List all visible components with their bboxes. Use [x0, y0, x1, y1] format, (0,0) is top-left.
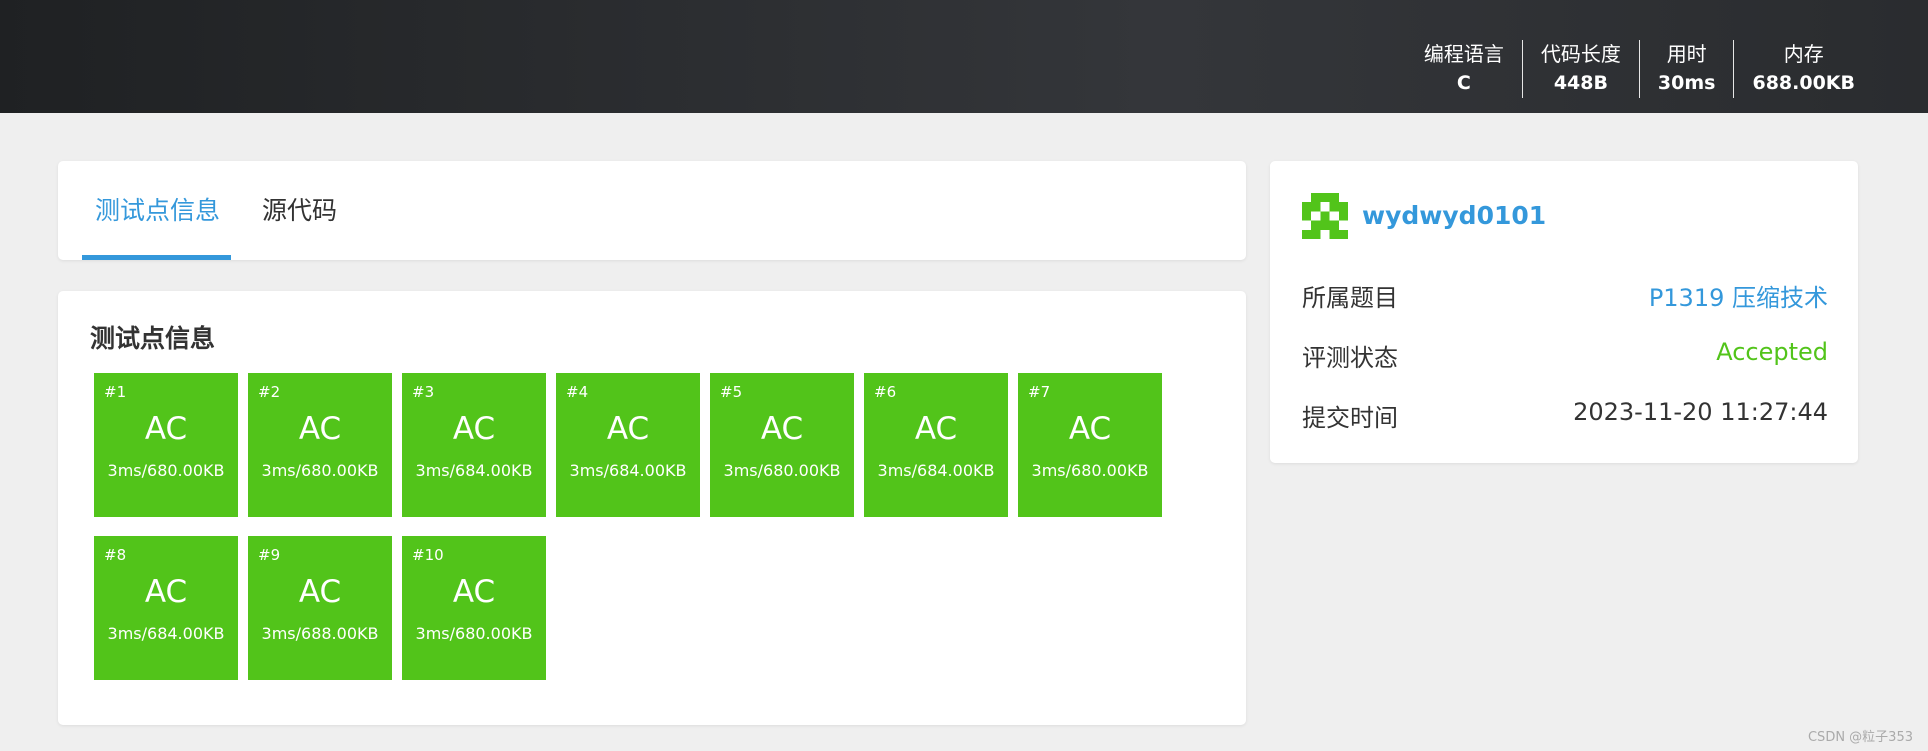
test-case-tile[interactable]: #10 AC 3ms/680.00KB: [402, 536, 546, 680]
test-case-status: AC: [1068, 411, 1112, 447]
stat-value: 448B: [1553, 72, 1608, 94]
test-case-time-memory: 3ms/680.00KB: [107, 461, 225, 480]
stat-time: 用时 30ms: [1638, 40, 1734, 98]
watermark: CSDN @粒子353: [1807, 730, 1913, 745]
test-case-time-memory: 3ms/680.00KB: [723, 461, 841, 480]
test-case-status: AC: [144, 411, 188, 447]
stat-label: 内存: [1783, 42, 1824, 66]
info-label: 所属题目: [1302, 284, 1398, 312]
test-case-tile[interactable]: #3 AC 3ms/684.00KB: [402, 373, 546, 517]
test-case-id: #6: [874, 383, 897, 401]
test-case-status: AC: [452, 574, 496, 610]
test-case-time-memory: 3ms/684.00KB: [877, 461, 995, 480]
tab-test-info[interactable]: 测试点信息: [81, 161, 232, 260]
submission-stats: 编程语言 C 代码长度 448B 用时 30ms 内存 688.00KB: [1406, 40, 1873, 98]
stat-label: 用时: [1666, 42, 1707, 66]
stat-memory: 内存 688.00KB: [1733, 40, 1873, 98]
test-case-status: AC: [298, 411, 342, 447]
stat-value: 688.00KB: [1752, 72, 1855, 94]
username-link[interactable]: wydwyd0101: [1362, 201, 1546, 230]
stat-language: 编程语言 C: [1406, 40, 1522, 98]
test-case-tile[interactable]: #5 AC 3ms/680.00KB: [710, 373, 854, 517]
stat-code-length: 代码长度 448B: [1521, 40, 1639, 98]
info-label: 评测状态: [1302, 344, 1398, 372]
test-case-id: #9: [258, 546, 281, 564]
test-case-tile[interactable]: #9 AC 3ms/688.00KB: [248, 536, 392, 680]
submit-time-value: 2023-11-20 11:27:44: [1573, 398, 1828, 426]
status-value: Accepted: [1716, 338, 1828, 366]
test-case-status: AC: [914, 411, 958, 447]
test-case-time-memory: 3ms/684.00KB: [569, 461, 687, 480]
test-case-tile[interactable]: #7 AC 3ms/680.00KB: [1018, 373, 1162, 517]
stat-label: 代码长度: [1540, 42, 1621, 66]
test-case-time-memory: 3ms/680.00KB: [415, 624, 533, 643]
test-case-time-memory: 3ms/684.00KB: [107, 624, 225, 643]
test-case-tile[interactable]: #2 AC 3ms/680.00KB: [248, 373, 392, 517]
test-case-time-memory: 3ms/680.00KB: [1031, 461, 1149, 480]
test-case-status: AC: [144, 574, 188, 610]
test-case-id: #3: [412, 383, 435, 401]
test-case-status: AC: [606, 411, 650, 447]
test-case-id: #2: [258, 383, 281, 401]
stat-value: 30ms: [1657, 72, 1716, 94]
test-case-id: #5: [720, 383, 743, 401]
identicon-avatar-icon: [1302, 193, 1348, 239]
info-label: 提交时间: [1302, 404, 1398, 432]
top-bar: 编程语言 C 代码长度 448B 用时 30ms 内存 688.00KB: [0, 0, 1928, 113]
test-case-tile[interactable]: #6 AC 3ms/684.00KB: [864, 373, 1008, 517]
test-results-panel: 测试点信息 #1 AC 3ms/680.00KB #2 AC 3ms/680.00KB #3…: [58, 291, 1246, 725]
test-case-id: #10: [412, 546, 444, 564]
section-title: 测试点信息: [90, 324, 216, 353]
stat-value: C: [1456, 72, 1471, 94]
test-case-tile[interactable]: #4 AC 3ms/684.00KB: [556, 373, 700, 517]
test-case-time-memory: 3ms/680.00KB: [261, 461, 379, 480]
test-case-tile[interactable]: #1 AC 3ms/680.00KB: [94, 373, 238, 517]
test-case-id: #1: [104, 383, 127, 401]
test-case-time-memory: 3ms/684.00KB: [415, 461, 533, 480]
test-case-id: #4: [566, 383, 589, 401]
test-case-status: AC: [760, 411, 804, 447]
test-case-time-memory: 3ms/688.00KB: [261, 624, 379, 643]
tabs-bar: 测试点信息 源代码: [58, 161, 1246, 260]
test-case-id: #7: [1028, 383, 1051, 401]
test-case-status: AC: [298, 574, 342, 610]
stat-label: 编程语言: [1423, 42, 1504, 66]
submission-info-panel: wydwyd0101 所属题目 P1319 压缩技术 评测状态 Accepted…: [1270, 161, 1858, 463]
test-case-tile[interactable]: #8 AC 3ms/684.00KB: [94, 536, 238, 680]
tab-source-code[interactable]: 源代码: [262, 161, 337, 260]
problem-link[interactable]: P1319 压缩技术: [1649, 278, 1828, 313]
test-case-status: AC: [452, 411, 496, 447]
test-case-id: #8: [104, 546, 127, 564]
